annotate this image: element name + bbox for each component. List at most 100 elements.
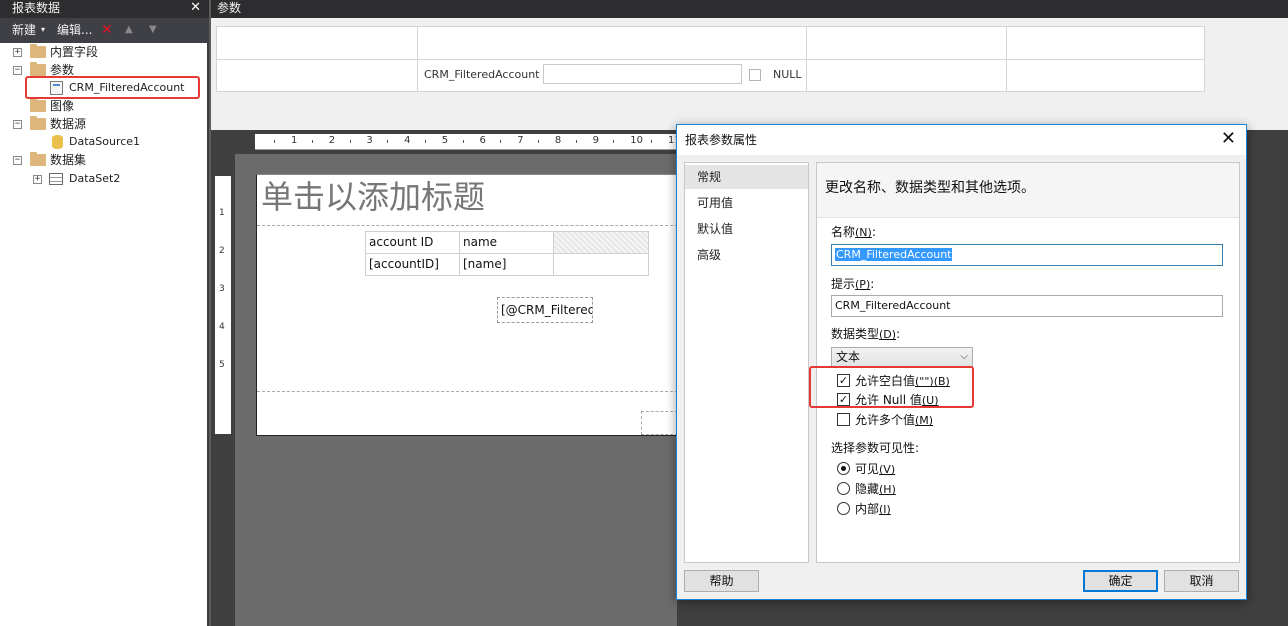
cancel-button[interactable]: 取消 (1164, 570, 1239, 592)
ruler-tick (500, 140, 502, 143)
tree-item-label: 参数 (50, 63, 75, 77)
visible-radio[interactable] (837, 462, 850, 475)
ruler-number: 2 (219, 246, 225, 256)
visible-label: 可见(V) (855, 462, 895, 477)
ruler-number: 3 (219, 284, 225, 294)
visible-text: 可见 (855, 462, 880, 476)
allow-null-checkbox[interactable]: ✓ (837, 393, 850, 406)
tree-item-label: 数据源 (50, 117, 87, 131)
parameter-icon (50, 81, 63, 95)
allow-null-accesskey: (U) (921, 394, 939, 407)
ruler-number: 1 (219, 208, 225, 218)
allow-blank-label: 允许空白值("")(B) (855, 374, 950, 389)
allow-blank-text: 允许空白值 (855, 374, 916, 388)
allow-blank-checkbox[interactable]: ✓ (837, 374, 850, 387)
folder-icon (30, 152, 46, 166)
collapse-icon[interactable]: − (13, 120, 22, 129)
null-checkbox[interactable] (749, 69, 761, 81)
param-grid-divider (216, 59, 1205, 60)
close-icon[interactable]: ✕ (1221, 129, 1236, 149)
panel-title: 报表数据 ✕ (0, 0, 209, 18)
table-data-cell[interactable]: [name] (459, 253, 554, 276)
ruler-number: 5 (441, 135, 449, 146)
report-title-placeholder[interactable]: 单击以添加标题 (261, 177, 485, 217)
ruler-number: 3 (366, 135, 373, 146)
ruler-number: 2 (328, 135, 336, 146)
ruler-tick (311, 140, 313, 143)
tree-item-parameters[interactable]: − 参数 (0, 61, 209, 79)
panel-toolbar: 新建 ▾ 编辑... ✕ ▲ ▼ (0, 18, 209, 43)
name-accesskey: (N) (855, 226, 872, 239)
nav-item-general[interactable]: 常规 (685, 165, 808, 189)
table-header-cell[interactable]: name (459, 231, 554, 254)
folder-icon (30, 44, 46, 58)
ruler-number: 9 (592, 135, 599, 146)
param-label: CRM_FilteredAccount (424, 68, 540, 81)
tree-item-builtin-fields[interactable]: + 内置字段 (0, 43, 209, 61)
ruler-tick (613, 140, 615, 143)
param-value-input[interactable] (543, 64, 742, 84)
dataset-icon (49, 173, 63, 185)
hidden-label: 隐藏(H) (855, 482, 896, 497)
hidden-accesskey: (H) (879, 483, 896, 496)
dialog-titlebar: 报表参数属性 ✕ (677, 125, 1246, 155)
tree-item-crm-filteredaccount[interactable]: CRM_FilteredAccount (0, 79, 209, 97)
collapse-icon[interactable]: − (13, 66, 22, 75)
ruler-tick (274, 140, 276, 143)
datatype-select[interactable]: 文本 ⌵ (831, 347, 973, 367)
ruler-number: 4 (219, 322, 225, 332)
vertical-ruler: 1 2 3 4 5 (215, 176, 231, 434)
collapse-icon[interactable]: − (13, 156, 22, 165)
expand-icon[interactable]: + (33, 175, 42, 184)
allow-multiple-accesskey: (M) (915, 414, 934, 427)
move-down-icon[interactable]: ▼ (149, 21, 157, 39)
table-empty-cell[interactable] (553, 231, 649, 254)
ruler-number: 7 (517, 135, 524, 146)
close-icon[interactable]: ✕ (190, 0, 201, 16)
report-parameter-properties-dialog: 报表参数属性 ✕ 常规 可用值 默认值 高级 更改名称、数据类型和其他选项。 名… (676, 124, 1247, 600)
tree-item-datasource1[interactable]: DataSource1 (0, 133, 209, 151)
hidden-text: 隐藏 (855, 482, 880, 496)
tree-item-datasets[interactable]: − 数据集 (0, 151, 209, 169)
allow-multiple-checkbox[interactable] (837, 413, 850, 426)
ok-button[interactable]: 确定 (1083, 570, 1158, 592)
expand-icon[interactable]: + (13, 48, 22, 57)
nav-item-advanced[interactable]: 高级 (685, 243, 808, 267)
ruler-tick (387, 140, 389, 143)
table-data-cell[interactable] (553, 253, 649, 276)
allow-null-text: 允许 Null 值 (855, 393, 922, 407)
footer-divider (257, 391, 678, 392)
report-body[interactable]: 单击以添加标题 account ID name [accountID] [nam… (256, 174, 678, 436)
folder-icon (30, 98, 46, 112)
new-dropdown-icon[interactable]: ▾ (41, 21, 45, 39)
tree-item-label: DataSet2 (69, 172, 121, 185)
nav-item-default-values[interactable]: 默认值 (685, 217, 808, 241)
parameter-expression-textbox[interactable]: [@CRM_Filterec (497, 297, 593, 323)
move-up-icon[interactable]: ▲ (125, 21, 133, 39)
table-header-cell[interactable]: account ID (365, 231, 460, 254)
edit-button[interactable]: 编辑... (57, 21, 92, 39)
ruler-tick (424, 140, 426, 143)
ruler-tick (538, 140, 540, 143)
new-button[interactable]: 新建 (12, 21, 36, 39)
name-input[interactable]: CRM_FilteredAccount (831, 244, 1223, 266)
hidden-radio[interactable] (837, 482, 850, 495)
ruler-tick (349, 140, 351, 143)
internal-radio[interactable] (837, 502, 850, 515)
tree-item-label: 内置字段 (50, 45, 99, 59)
tree-item-datasources[interactable]: − 数据源 (0, 115, 209, 133)
tree-item-dataset2[interactable]: + DataSet2 (0, 170, 209, 188)
datatype-select-value: 文本 (836, 350, 861, 364)
help-button[interactable]: 帮助 (684, 570, 759, 592)
delete-icon[interactable]: ✕ (101, 21, 113, 39)
table-data-cell[interactable]: [accountID] (365, 253, 460, 276)
internal-accesskey: (I) (879, 503, 891, 516)
prompt-input[interactable]: CRM_FilteredAccount (831, 295, 1223, 317)
tree-item-images[interactable]: 图像 (0, 97, 209, 115)
footer-textbox[interactable] (641, 411, 678, 435)
dialog-nav: 常规 可用值 默认值 高级 (684, 162, 809, 563)
nav-item-available-values[interactable]: 可用值 (685, 191, 808, 215)
ruler-tick (651, 140, 653, 143)
allow-blank-accesskey: ("")(B) (915, 375, 950, 388)
folder-icon (30, 116, 46, 130)
